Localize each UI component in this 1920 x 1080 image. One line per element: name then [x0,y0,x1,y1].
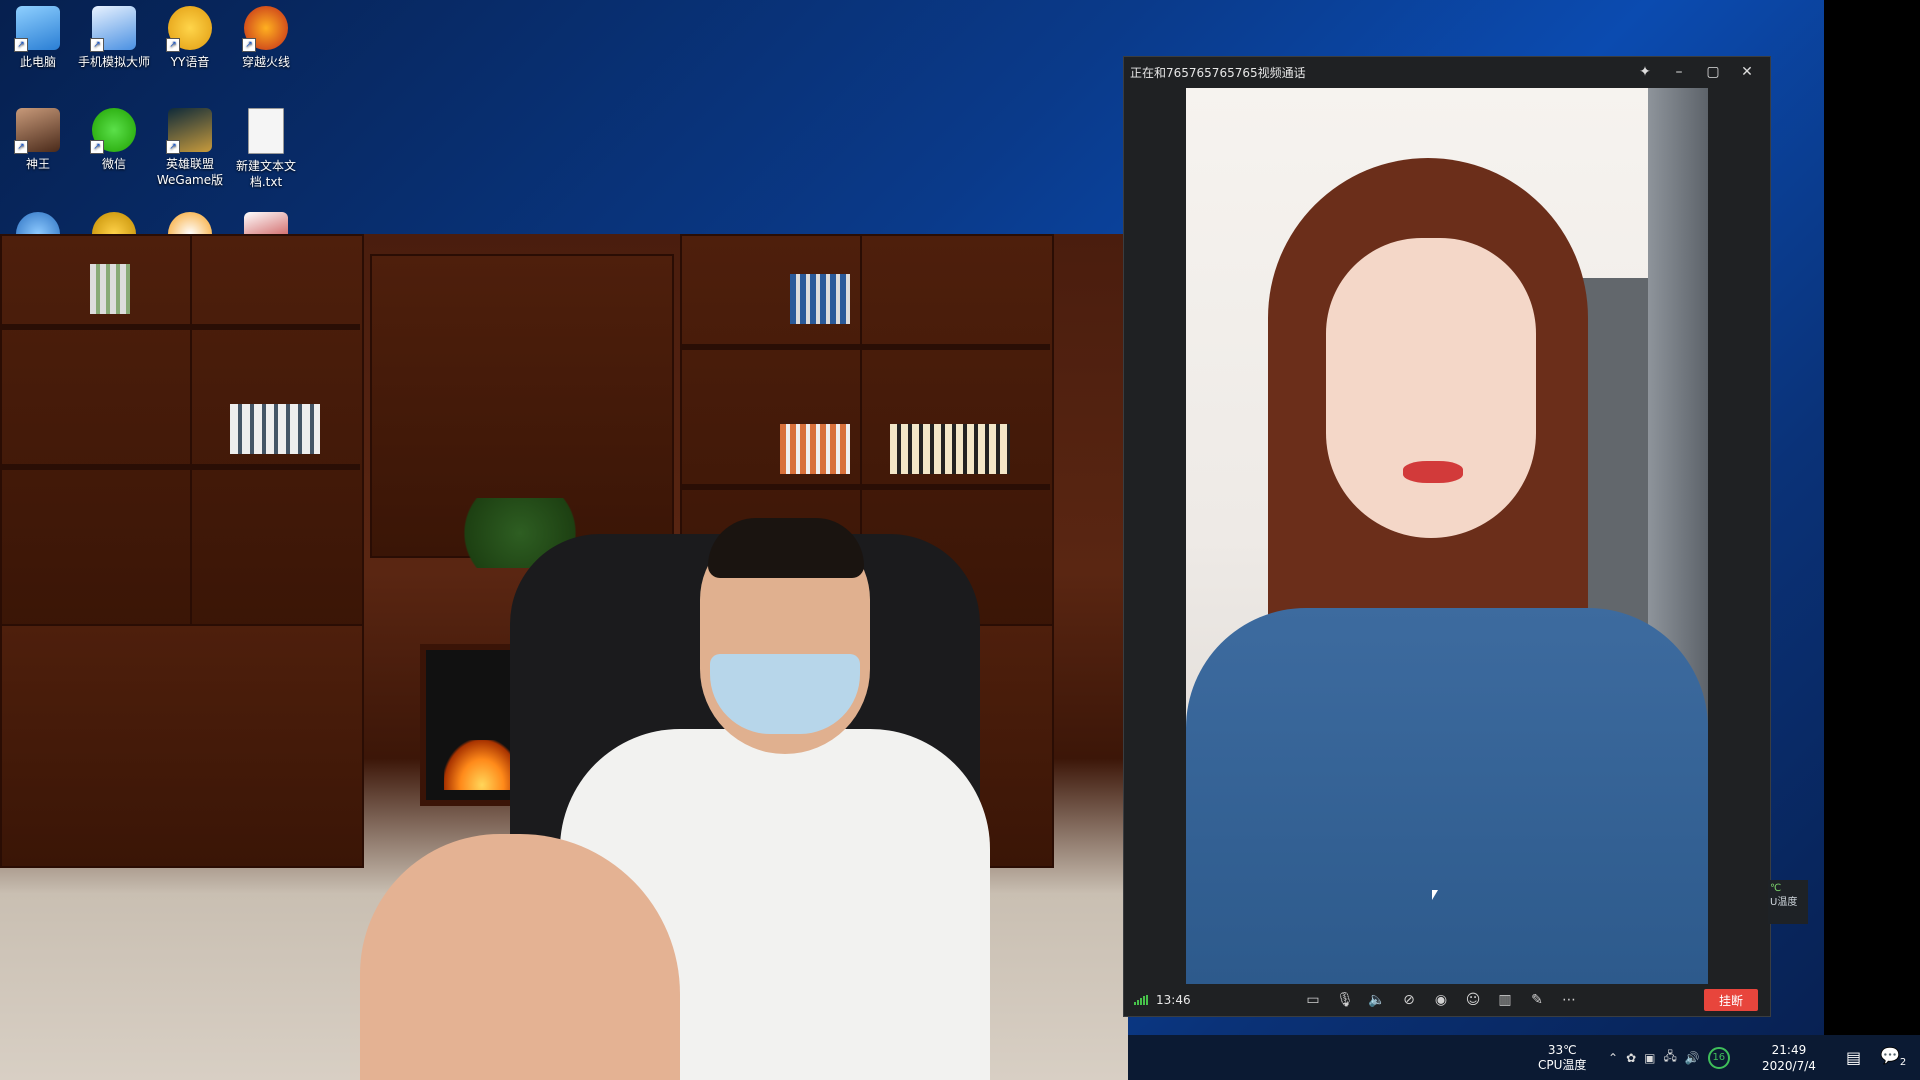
action-center-count: 2 [1899,1057,1907,1069]
notification-app-icon[interactable]: ▤ [1846,1048,1861,1067]
call-controls: ▭ 🎙 🔈 ⊘ ◉ ☺ ▥ ✎ ⋯ [1302,989,1580,1011]
webcam-feed [0,234,1128,1080]
person-hair [708,518,864,578]
mouse-cursor-icon [1432,890,1438,900]
maximize-icon[interactable]: ▢ [1696,57,1730,87]
microphone-icon[interactable]: 🎙 [1334,989,1356,1011]
lower-cabinet [0,624,364,868]
chat-icon[interactable]: ▭ [1302,989,1324,1011]
screen-edge [1824,0,1920,1080]
clock-date: 2020/7/4 [1762,1058,1816,1073]
speaker-icon[interactable]: 🔈 [1366,989,1388,1011]
close-icon[interactable]: ✕ [1730,57,1764,87]
desktop-icon-label: 英雄联盟WeGame版 [156,157,224,187]
clock[interactable]: 21:49 2020/7/4 [1762,1042,1816,1074]
cpu-temp-widget[interactable]: 33℃ CPU温度 [1538,1043,1586,1073]
shelf-line [680,484,1050,490]
text-file-icon [248,108,284,154]
desktop-icon-label: 此电脑 [19,55,56,69]
wechat-icon: ↗ [90,108,136,154]
remote-person-dress [1186,608,1708,984]
tray-badge[interactable]: 16 [1707,1046,1730,1069]
more-icon[interactable]: ⋯ [1558,989,1580,1011]
crossfire-icon: ↗ [242,6,288,52]
remote-person-face [1326,238,1536,538]
screenshot-icon[interactable]: ◉ [1430,989,1452,1011]
tray-app-icon[interactable]: ✿ [1626,1051,1636,1065]
desktop-icon-label: YY语音 [170,55,210,69]
shelf-line [0,464,360,470]
call-title: 正在和765765765765视频通话 [1130,65,1306,80]
network-icon[interactable]: 🖧 [1663,1047,1676,1068]
beauty-filter-icon[interactable]: ☺ [1462,989,1484,1011]
remote-video[interactable] [1186,88,1708,984]
taskbar: 33℃ CPU温度 ⌃ ✿ ▣ 🖧 🔊 16 21:49 2020/7/4 ▤ … [1128,1035,1920,1080]
call-control-bar: 13:46 ▭ 🎙 🔈 ⊘ ◉ ☺ ▥ ✎ ⋯ 挂断 [1124,984,1770,1016]
books [230,404,320,454]
system-tray: ⌃ ✿ ▣ 🖧 🔊 16 [1608,1046,1730,1069]
desktop-icon-textfile[interactable]: 新建文本文档.txt [228,102,304,190]
pin-icon[interactable]: ✦ [1628,57,1662,87]
game-avatar-icon: ↗ [14,108,60,154]
volume-icon[interactable]: 🔊 [1685,1051,1700,1065]
desktop-icon-label: 穿越火线 [241,55,290,69]
books [90,264,130,314]
desktop-icon-label: 手机模拟大师 [77,55,150,69]
temp-widget-label: U温度 [1770,897,1798,908]
computer-icon: ↗ [14,6,60,52]
call-duration: 13:46 [1156,993,1191,1007]
desktop-icon-computer[interactable]: ↗ 此电脑 [0,0,76,70]
temp-widget[interactable]: ℃ U温度 [1768,880,1808,924]
books [890,424,1010,474]
desktop-icon-phone-emulator[interactable]: ↗ 手机模拟大师 [76,0,152,70]
signal-strength-icon [1134,995,1148,1005]
layout-icon[interactable]: ▥ [1494,989,1516,1011]
desktop-icon-label: 微信 [101,157,126,171]
phone-emulator-icon: ↗ [90,6,136,52]
cpu-temp-value: 33℃ [1547,1042,1577,1057]
lol-icon: ↗ [166,108,212,154]
tray-app-icon[interactable]: ▣ [1644,1051,1655,1065]
hangup-button[interactable]: 挂断 [1704,989,1758,1011]
desktop-icon-lol[interactable]: ↗ 英雄联盟WeGame版 [152,102,228,188]
action-center-icon[interactable]: 💬2 [1880,1046,1906,1068]
desktop-icon-label: 新建文本文档.txt [235,159,296,189]
flame [444,740,520,790]
edit-icon[interactable]: ✎ [1526,989,1548,1011]
camera-off-icon[interactable]: ⊘ [1398,989,1420,1011]
shelf-line [0,324,360,330]
yy-voice-icon: ↗ [166,6,212,52]
cpu-temp-label: CPU温度 [1538,1057,1587,1072]
desktop-icon-shenwang[interactable]: ↗ 神王 [0,102,76,172]
clock-time: 21:49 [1771,1042,1807,1057]
desktop-icon-wechat[interactable]: ↗ 微信 [76,102,152,172]
temp-widget-value: ℃ [1770,883,1782,894]
video-call-window[interactable]: 正在和765765765765视频通话 ✦ – ▢ ✕ 13:46 ▭ 🎙 🔈 … [1124,57,1770,1016]
desktop-icon-crossfire[interactable]: ↗ 穿越火线 [228,0,304,70]
remote-person-lips [1403,461,1463,483]
books [780,424,850,474]
shelf-line [680,344,1050,350]
chevron-up-icon[interactable]: ⌃ [1608,1051,1618,1065]
minimize-icon[interactable]: – [1662,57,1696,87]
call-titlebar[interactable]: 正在和765765765765视频通话 ✦ – ▢ ✕ [1124,57,1770,87]
desktop-icon-label: 神王 [25,157,50,171]
desktop-icon-yy[interactable]: ↗ YY语音 [152,0,228,70]
books [790,274,850,324]
